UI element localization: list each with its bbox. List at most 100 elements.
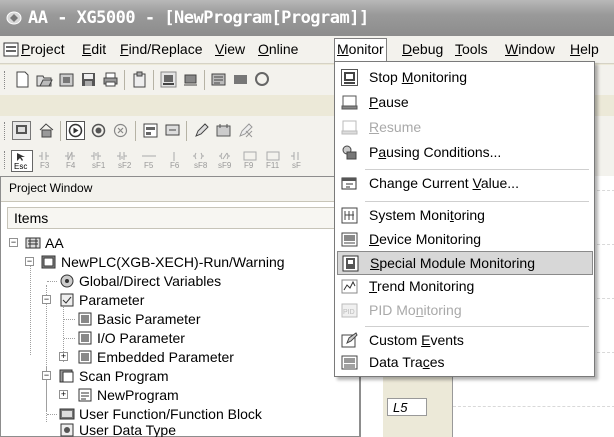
grid-line [453,406,614,407]
tree-guide-line [64,338,75,339]
items-column-header[interactable]: Items [7,207,357,229]
extra-key[interactable]: sF [292,161,301,170]
stop-monitoring-icon[interactable] [112,122,129,139]
save-icon[interactable] [80,71,97,88]
monitor-start-icon[interactable] [254,71,271,88]
toolbar-separator [60,121,61,141]
parameter-doc-icon [78,312,92,326]
window-title: AA - XG5000 - [NewProgram[Program]] [28,8,369,28]
edit-pencil-icon[interactable] [193,122,210,139]
menu-project[interactable]: Project [21,41,65,57]
toolbar-separator [135,121,136,141]
coil-key[interactable]: sF8 [194,161,207,170]
contact-nc-key[interactable]: F4 [66,161,75,170]
tree-collapse-toggle[interactable]: − [42,295,51,304]
menu-separator [365,326,589,327]
data-traces-icon [341,355,358,370]
menu-item-stop-monitoring[interactable]: Stop Monitoring [337,66,593,90]
clipboard-icon[interactable] [131,71,148,88]
menu-window[interactable]: Window [505,41,555,57]
menu-edit[interactable]: Edit [82,41,106,57]
cancel-edit-icon[interactable] [237,122,254,139]
tree-collapse-toggle[interactable]: − [9,238,18,247]
contact-no-key[interactable]: F3 [40,161,49,170]
menu-bar: Project Edit Find/Replace View Online Mo… [0,36,614,64]
project-window-title: Project Window [1,177,359,202]
pause-icon [341,95,358,110]
disconnect-icon[interactable] [182,71,199,88]
menu-item-data-traces[interactable]: Data Traces [337,351,593,375]
menu-separator [365,169,589,170]
tree-collapse-toggle[interactable]: − [25,257,34,266]
plc-mode-icon[interactable] [232,71,249,88]
menu-item-trend-monitoring[interactable]: Trend Monitoring [337,275,593,299]
menu-find-replace[interactable]: Find/Replace [120,41,203,57]
menu-item-system-monitoring[interactable]: System Monitoring [337,204,593,228]
parameter-doc-icon [78,350,92,364]
menu-monitor[interactable]: Monitor [334,38,387,62]
svg-text:PID: PID [343,309,355,316]
print-icon[interactable] [102,71,119,88]
menu-tools[interactable]: Tools [455,41,488,57]
menu-item-custom-events[interactable]: Custom Events [337,329,593,353]
program-icon [78,388,92,402]
menu-debug[interactable]: Debug [402,41,443,57]
monitor-toggle-icon[interactable] [12,121,31,140]
app-logo-icon [6,11,22,25]
inverse-coil-key[interactable]: sF9 [218,161,231,170]
system-monitoring-icon [341,207,358,224]
menu-item-special-module-monitoring[interactable]: Special Module Monitoring [337,251,593,275]
parameter-icon [60,293,74,307]
device-monitor-icon[interactable] [164,122,181,139]
function-key[interactable]: F9 [244,161,253,170]
toolbar-grip[interactable] [4,71,7,89]
menu-separator [365,201,589,202]
tree-expand-toggle[interactable]: + [59,352,68,361]
function-block-key[interactable]: F11 [266,161,279,170]
toolbar-separator [204,70,205,90]
tree-expand-toggle[interactable]: + [59,390,68,399]
open-folder-icon[interactable] [36,71,53,88]
connect-icon[interactable] [160,71,177,88]
start-monitoring-icon[interactable] [66,121,85,140]
select-arrow-icon [17,153,25,161]
online-edit-icon[interactable] [215,122,232,139]
resume-icon [341,120,358,135]
menu-item-change-current-value[interactable]: Change Current Value... [337,172,593,196]
menu-online[interactable]: Online [258,41,298,57]
vertical-line-key[interactable]: F6 [170,161,179,170]
project-icon [25,237,41,249]
pause-monitoring-icon[interactable] [90,122,107,139]
esc-key-button[interactable]: Esc [11,150,33,172]
parameter-doc-icon [78,331,92,345]
menu-help[interactable]: Help [570,41,599,57]
open-project-icon[interactable] [58,71,75,88]
change-value-icon[interactable] [142,122,159,139]
toolbar-separator [153,70,154,90]
tree-guide-line [64,319,75,320]
monitor-menu-dropdown: Stop Monitoring Pause Resume Pausing Con… [334,61,595,377]
variables-icon [60,274,74,288]
title-bar[interactable]: AA - XG5000 - [NewProgram[Program]] [0,0,614,36]
stop-monitoring-icon [341,69,358,86]
plc-info-icon[interactable] [210,71,227,88]
contact-negpulse-key[interactable]: sF2 [118,161,131,170]
data-type-icon [60,423,74,437]
pid-monitoring-icon: PID [341,303,358,318]
device-monitoring-icon [341,232,358,247]
menu-item-pausing-conditions[interactable]: Pausing Conditions... [337,141,593,165]
ladder-element-keys: F3 F4 sF1 sF2 F5 F6 sF8 sF9 F9 F11 sF [38,150,328,172]
new-file-icon[interactable] [14,71,31,88]
menu-view[interactable]: View [215,41,245,57]
special-module-icon [342,255,359,272]
horizontal-line-key[interactable]: F5 [144,161,153,170]
tree-collapse-toggle[interactable]: − [42,371,51,380]
menu-item-device-monitoring[interactable]: Device Monitoring [337,228,593,252]
menu-item-pause[interactable]: Pause [337,91,593,115]
toolbar-grip[interactable] [4,122,7,140]
contact-pulse-key[interactable]: sF1 [92,161,105,170]
custom-events-icon [341,332,358,348]
document-menu-icon[interactable] [3,42,19,57]
plc-run-icon[interactable] [38,122,55,139]
toolbar-grip[interactable] [4,151,7,169]
